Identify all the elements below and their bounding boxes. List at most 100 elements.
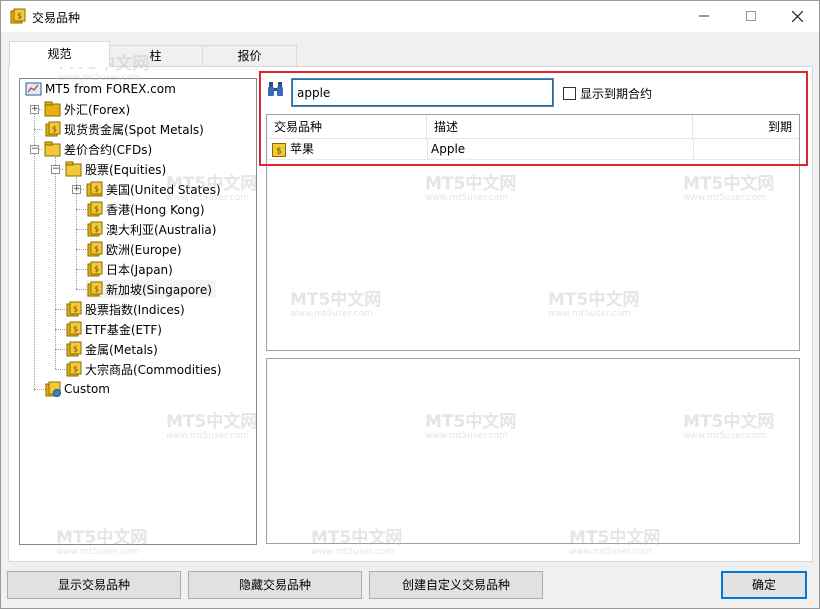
tab-bars[interactable]: 柱 [108,45,203,67]
button-label: 显示交易品种 [57,578,130,592]
svg-text:$: $ [94,285,99,294]
button-label: 隐藏交易品种 [238,578,311,592]
svg-text:$: $ [17,12,22,21]
tree-item-label: 新加坡(Singapore) [106,282,212,297]
tab-specification[interactable]: 规范 [9,41,110,67]
svg-text:$: $ [73,345,78,354]
close-button[interactable] [774,1,820,31]
button-label: 确定 [751,578,776,592]
tree-item-equities[interactable]: 股票(Equities) [65,160,166,178]
tree-item-label: 欧洲(Europe) [106,242,182,257]
symbol-details-panel [266,358,800,544]
svg-text:$: $ [94,205,99,214]
money-bag-icon: $ [45,121,61,137]
column-header-expiry[interactable]: 到期 [693,115,799,139]
money-bag-icon: $ [87,261,103,277]
tree-item-label: 外汇(Forex) [64,102,131,117]
symbol-tree[interactable]: MT5 from FOREX.com + 外汇(Forex) $ 现货贵金属(S… [19,78,257,545]
tab-label: 规范 [47,47,72,61]
symbol-search-input[interactable] [291,78,554,107]
title-bar: $ 交易品种 [1,1,819,32]
tree-item-singapore[interactable]: $ 新加坡(Singapore) [86,280,216,298]
tree-item-metals[interactable]: $ 金属(Metals) [65,340,158,358]
tree-item-label: 日本(Japan) [106,262,173,277]
close-icon [791,10,803,22]
show-expired-checkbox[interactable] [563,87,576,100]
tree-item-spot-metals[interactable]: $ 现货贵金属(Spot Metals) [44,120,204,138]
tab-ticks[interactable]: 报价 [202,45,297,67]
tree-item-label: 金属(Metals) [85,342,158,357]
show-expired-toggle[interactable]: 显示到期合约 [563,85,652,102]
svg-text:$: $ [73,325,78,334]
create-custom-symbol-button[interactable]: 创建自定义交易品种 [369,571,543,599]
tree-item-label: 美国(United States) [106,182,221,197]
tree-item-europe[interactable]: $ 欧洲(Europe) [86,240,182,258]
tree-item-forex[interactable]: 外汇(Forex) [44,100,130,118]
symbol-name: 苹果 [290,142,315,156]
tree-connector [55,157,56,369]
table-row[interactable] [267,139,799,160]
tree-item-etf[interactable]: $ ETF基金(ETF) [65,320,162,338]
svg-text:$: $ [73,365,78,374]
tree-item-australia[interactable]: $ 澳大利亚(Australia) [86,220,216,238]
table-cell-description: Apple [431,139,465,160]
minimize-icon [699,15,709,17]
folder-icon [44,101,61,117]
symbol-description: Apple [431,142,466,156]
tree-item-label: ETF基金(ETF) [85,322,162,337]
svg-text:$: $ [73,305,78,314]
tree-item-hong-kong[interactable]: $ 香港(Hong Kong) [86,200,205,218]
tree-item-label: 股票(Equities) [85,162,167,177]
column-header-symbol[interactable]: 交易品种 [267,115,427,139]
money-bag-icon: $ [87,281,103,297]
show-symbol-button[interactable]: 显示交易品种 [7,571,181,599]
maximize-button[interactable] [728,1,774,31]
tree-item-label: 差价合约(CFDs) [64,142,153,157]
ok-button[interactable]: 确定 [721,571,807,599]
hide-symbol-button[interactable]: 隐藏交易品种 [188,571,362,599]
tab-label: 柱 [149,49,162,63]
minimize-button[interactable] [681,1,727,31]
money-bag-icon: $ [10,8,26,24]
tree-root-label: MT5 from FOREX.com [45,82,176,96]
table-cell-symbol[interactable]: $ 苹果 [272,139,314,160]
column-header-label: 交易品种 [274,120,323,134]
tree-connector [34,129,42,130]
column-header-description[interactable]: 描述 [427,115,693,139]
tree-item-japan[interactable]: $ 日本(Japan) [86,260,173,278]
collapse-toggle[interactable]: − [51,165,60,174]
custom-folder-icon [45,381,61,397]
tree-item-commodities[interactable]: $ 大宗商品(Commodities) [65,360,221,378]
money-bag-icon: $ [87,201,103,217]
expand-toggle[interactable]: + [72,185,81,194]
expand-toggle[interactable]: + [30,105,39,114]
svg-text:$: $ [276,146,282,156]
tree-item-indices[interactable]: $ 股票指数(Indices) [65,300,185,318]
tree-root[interactable]: MT5 from FOREX.com [25,80,176,98]
tree-item-label: 现货贵金属(Spot Metals) [64,122,204,137]
tree-item-label: 股票指数(Indices) [85,302,185,317]
collapse-toggle[interactable]: − [30,145,39,154]
symbols-table[interactable]: 交易品种 描述 到期 $ 苹果 Apple [266,114,800,351]
money-bag-icon: $ [87,221,103,237]
svg-text:$: $ [94,245,99,254]
folder-icon: $ [86,181,103,197]
svg-text:$: $ [94,265,99,274]
money-bag-icon: $ [87,241,103,257]
column-header-label: 到期 [767,120,792,134]
tree-item-cfds[interactable]: 差价合约(CFDs) [44,140,152,158]
button-label: 创建自定义交易品种 [401,578,510,592]
window-title: 交易品种 [32,11,81,25]
tree-item-custom[interactable]: Custom [44,380,110,398]
show-expired-label: 显示到期合约 [580,87,653,101]
money-bag-icon: $ [66,301,82,317]
column-divider [427,139,428,160]
money-bag-icon: $ [66,361,82,377]
tree-item-united-states[interactable]: $ 美国(United States) [86,180,221,198]
folder-open-icon [44,141,61,157]
tree-item-label: 澳大利亚(Australia) [106,222,217,237]
binoculars-icon [268,82,283,96]
tree-item-label: Custom [64,382,110,396]
money-bag-icon: $ [272,142,286,157]
tree-item-label: 香港(Hong Kong) [106,202,205,217]
